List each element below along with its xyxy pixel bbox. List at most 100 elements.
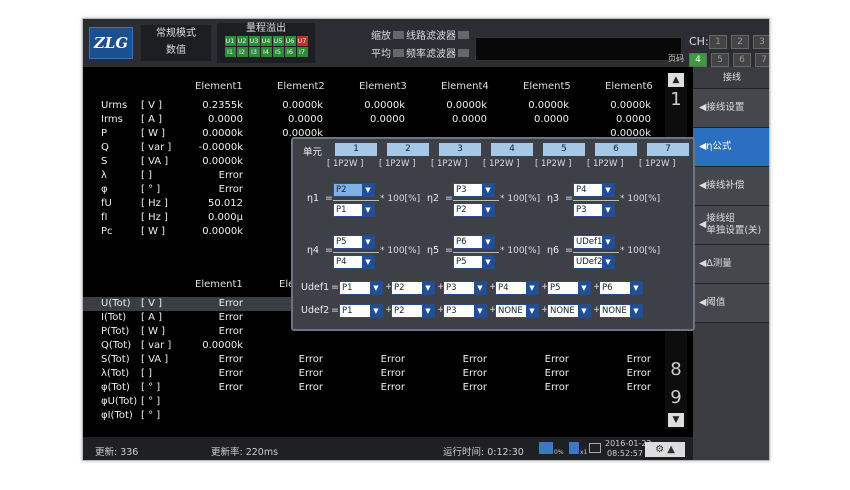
unit-button-3[interactable]: 3	[439, 143, 481, 156]
channel-button-6[interactable]: 6	[733, 53, 751, 67]
select-value: P6	[456, 237, 467, 247]
udef1-select-2[interactable]: P2 ▼	[391, 281, 435, 295]
row-unit: [ ]	[141, 368, 152, 379]
udef2-select-3[interactable]: P3 ▼	[443, 304, 487, 318]
unit-button-4[interactable]: 4	[491, 143, 533, 156]
times-100-label: * 100[%]	[380, 194, 421, 204]
cell-value: 0.0000	[288, 114, 323, 125]
menu-item-4[interactable]: ◀ Δ测量	[693, 245, 769, 284]
select-value: NONE	[550, 306, 575, 316]
cell-value: Error	[298, 368, 323, 379]
select-value: UDef2	[576, 257, 603, 267]
dropdown-arrow-icon: ▼	[602, 236, 614, 248]
eta-denominator-select[interactable]: P1 ▼	[333, 203, 375, 217]
table-row[interactable]: S(Tot)[ VA ] Error Error Error Error Error Err…	[83, 353, 663, 367]
channel-button-4[interactable]: 4	[689, 53, 707, 67]
table-row[interactable]: Q(Tot)[ var ] 0.0000k	[83, 339, 663, 353]
unit-button-1[interactable]: 1	[335, 143, 377, 156]
mode-indicator[interactable]: 常规模式 数值	[141, 25, 211, 61]
dropdown-arrow-icon: ▼	[630, 282, 642, 294]
select-value: P2	[394, 283, 405, 293]
eta-denominator-select[interactable]: P4 ▼	[333, 255, 375, 269]
udef2-select-1[interactable]: P1 ▼	[339, 304, 383, 318]
fraction-line	[453, 200, 499, 201]
eta-denominator-select[interactable]: UDef2 ▼	[573, 255, 615, 269]
menu-item-5[interactable]: ◀ 阈值	[693, 284, 769, 323]
channel-button-5[interactable]: 5	[711, 53, 729, 67]
eta-denominator-select[interactable]: P5 ▼	[453, 255, 495, 269]
column-header-element1: Element1	[195, 81, 243, 92]
times-100-label: * 100[%]	[620, 194, 661, 204]
unit-button-7[interactable]: 7	[647, 143, 689, 156]
udef2-select-6[interactable]: NONE ▼	[599, 304, 643, 318]
unit-button-6[interactable]: 6	[595, 143, 637, 156]
network-icon	[569, 442, 579, 454]
row-name: fI	[101, 212, 108, 223]
row-name: P(Tot)	[101, 326, 130, 337]
menu-item-3[interactable]: ◀ 接线组 单独设置(关)	[693, 206, 769, 245]
eta-label: η3	[547, 193, 560, 204]
table-row[interactable]: Irms [ A ] 0.0000 0.0000 0.0000 0.0000 0.0000 0…	[83, 113, 663, 127]
column-header-element4: Element4	[441, 81, 489, 92]
table-row[interactable]: λ(Tot) [ ] Error Error Error Error Error Error	[83, 367, 663, 381]
eta-denominator-select[interactable]: P2 ▼	[453, 203, 495, 217]
udef2-select-5[interactable]: NONE ▼	[547, 304, 591, 318]
unit-button-5[interactable]: 5	[543, 143, 585, 156]
eta-numerator-select[interactable]: P6 ▼	[453, 235, 495, 249]
eta-label: η5	[427, 245, 440, 256]
wiring-label: [ 1P2W ]	[535, 159, 572, 169]
status-bar: 更新: 336 更新率: 220ms 运行时间: 0:12:30 0% x1 2…	[83, 437, 693, 460]
u-chip: U4	[260, 36, 272, 46]
settings-gear-button[interactable]: ⚙ ▲	[645, 442, 685, 457]
menu-item-1[interactable]: ◀ η公式	[693, 128, 769, 167]
udef1-label: Udef1	[301, 282, 330, 293]
eta-numerator-select[interactable]: P5 ▼	[333, 235, 375, 249]
channel-button-3[interactable]: 3	[753, 35, 769, 49]
table-row[interactable]: φI(Tot) [ ° ]	[83, 409, 663, 423]
cell-value: Error	[298, 382, 323, 393]
u-chip: U2	[236, 36, 248, 46]
select-value: P1	[342, 283, 353, 293]
dropdown-arrow-icon: ▼	[362, 184, 374, 196]
unit-button-2[interactable]: 2	[387, 143, 429, 156]
eta-numerator-select[interactable]: P3 ▼	[453, 183, 495, 197]
udef1-select-6[interactable]: P6 ▼	[599, 281, 643, 295]
table-row[interactable]: φU(Tot)[ ° ]	[83, 395, 663, 409]
udef2-select-4[interactable]: NONE ▼	[495, 304, 539, 318]
cell-value: Error	[298, 354, 323, 365]
channel-button-7[interactable]: 7	[755, 53, 769, 67]
i-chip: I3	[248, 47, 260, 57]
eta-denominator-select[interactable]: P3 ▼	[573, 203, 615, 217]
menu-item-2[interactable]: ◀ 接线补偿	[693, 167, 769, 206]
row-unit: [ W ]	[141, 128, 166, 139]
menu-item-label: η公式	[706, 141, 732, 152]
eta-numerator-select[interactable]: P2 ▼	[333, 183, 375, 197]
mode-label: 常规模式	[156, 28, 196, 39]
udef1-select-1[interactable]: P1 ▼	[339, 281, 383, 295]
eta-numerator-select[interactable]: P4 ▼	[573, 183, 615, 197]
channel-button-1[interactable]: 1	[709, 35, 727, 49]
cell-value: 0.0000	[208, 114, 243, 125]
udef1-select-4[interactable]: P4 ▼	[495, 281, 539, 295]
eta-numerator-select[interactable]: UDef1 ▼	[573, 235, 615, 249]
udef1-select-3[interactable]: P3 ▼	[443, 281, 487, 295]
udef1-select-5[interactable]: P5 ▼	[547, 281, 591, 295]
table-row[interactable]: φ(Tot) [ ° ] Error Error Error Error Error Erro…	[83, 381, 663, 395]
row-name: λ(Tot)	[101, 368, 130, 379]
channel-button-2[interactable]: 2	[731, 35, 749, 49]
table-row[interactable]: Urms [ V ] 0.2355k 0.0000k 0.0000k 0.0000k 0.0…	[83, 99, 663, 113]
equals-sign: =	[331, 305, 339, 316]
row-name: Irms	[101, 114, 123, 125]
dropdown-arrow-icon: ▼	[482, 256, 494, 268]
cell-value: Error	[626, 382, 651, 393]
page-down-button[interactable]: ▼	[668, 413, 684, 427]
i-chip: I5	[272, 47, 284, 57]
dropdown-arrow-icon: ▼	[474, 282, 486, 294]
cell-value: Error	[462, 368, 487, 379]
udef2-select-2[interactable]: P2 ▼	[391, 304, 435, 318]
storage-percent: 0%	[554, 449, 564, 456]
page-up-button[interactable]: ▲	[668, 73, 684, 87]
menu-item-0[interactable]: ◀ 接线设置	[693, 89, 769, 128]
select-value: P2	[394, 306, 405, 316]
dropdown-arrow-icon: ▼	[630, 305, 642, 317]
